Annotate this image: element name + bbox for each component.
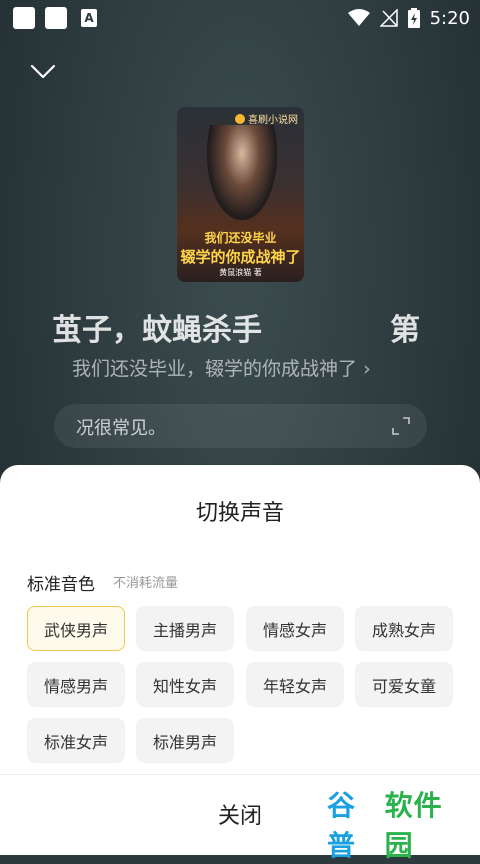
book-title-link[interactable]: 我们还没毕业，辍学的你成战神了 ›: [72, 354, 371, 381]
voice-option[interactable]: 成熟女声: [355, 606, 453, 651]
keyboard-icon: A: [81, 9, 97, 27]
chapter-title-right: 第: [390, 313, 420, 348]
status-bar: A 5:20: [0, 0, 480, 36]
expand-icon[interactable]: [391, 416, 411, 436]
cover-illustration: [207, 125, 277, 220]
divider: [0, 774, 480, 775]
watermark-part1: 谷普: [327, 789, 357, 862]
notification-icon: [13, 7, 35, 29]
wifi-icon: [347, 9, 370, 26]
chapter-title-left: 茧子，蚊蝇杀手: [52, 313, 262, 348]
book-title: 我们还没毕业，辍学的你成战神了: [72, 358, 358, 380]
voice-option[interactable]: 标准女声: [27, 718, 125, 763]
watermark-logo: 谷普 软件园: [327, 789, 471, 862]
subtitle-panel[interactable]: 况很常见。: [54, 404, 427, 448]
no-signal-icon: [379, 9, 398, 27]
notification-icon: [45, 7, 67, 29]
voice-option[interactable]: 情感男声: [27, 662, 125, 707]
voice-option[interactable]: 标准男声: [136, 718, 234, 763]
section-subtitle: 不消耗流量: [113, 576, 179, 591]
cover-author: 黄鼠浪猫 著: [219, 268, 262, 277]
chapter-title: 茧子，蚊蝇杀手 第: [52, 305, 432, 349]
section-label: 标准音色: [27, 575, 95, 595]
subtitle-text: 况很常见。: [76, 418, 166, 439]
sheet-title: 切换声音: [195, 501, 284, 526]
chevron-down-icon[interactable]: [30, 60, 56, 82]
watermark-part2: 软件园: [384, 789, 443, 862]
voice-option[interactable]: 情感女声: [246, 606, 344, 651]
voice-option[interactable]: 主播男声: [136, 606, 234, 651]
cover-title-line1: 我们还没毕业: [204, 231, 277, 245]
book-cover: 喜刷小说网 我们还没毕业 辍学的你成战神了 黄鼠浪猫 著: [177, 107, 304, 282]
cover-badge: 喜刷小说网: [235, 111, 298, 126]
voice-option[interactable]: 知性女声: [136, 662, 234, 707]
chevron-right-icon: ›: [363, 358, 371, 380]
voice-option[interactable]: 武侠男声: [27, 606, 125, 651]
status-time: 5:20: [429, 7, 470, 29]
battery-charging-icon: [407, 8, 420, 28]
cover-title-line2: 辍学的你成战神了: [180, 248, 301, 266]
voice-option[interactable]: 年轻女声: [246, 662, 344, 707]
voice-option[interactable]: 可爱女童: [355, 662, 453, 707]
